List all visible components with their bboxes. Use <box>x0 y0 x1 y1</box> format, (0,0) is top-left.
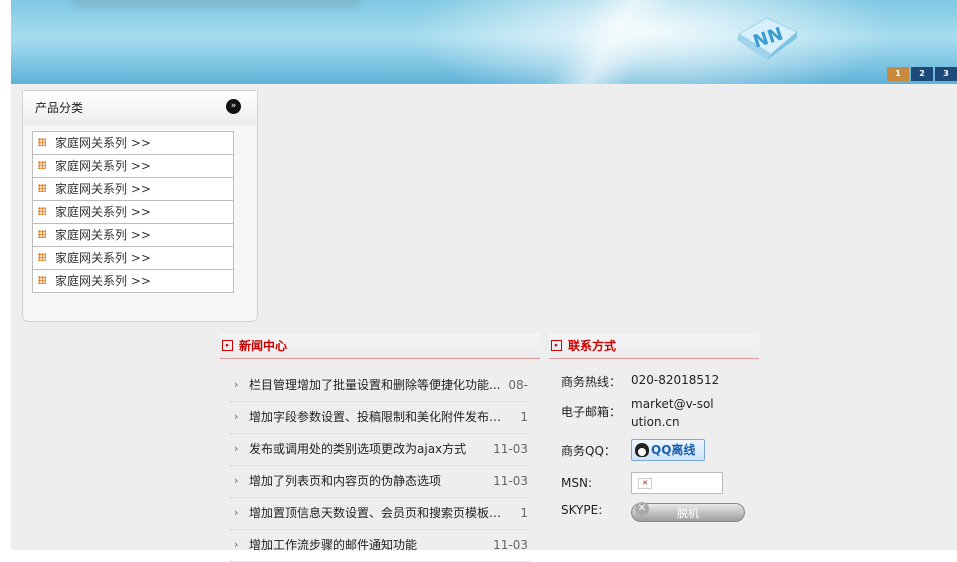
news-item[interactable]: › 增加置顶信息天数设置、会员页和搜索页模板自定 1 <box>230 498 530 530</box>
product-category-header: 产品分类 » <box>23 91 257 125</box>
banner-streak <box>531 0 691 84</box>
news-title[interactable]: 增加置顶信息天数设置、会员页和搜索页模板自定 <box>249 498 504 528</box>
category-item-label: 家庭网关系列 >> <box>55 228 151 242</box>
category-item[interactable]: 家庭网关系列 >> <box>33 131 233 154</box>
skype-status-button[interactable]: ✕ 脱机 <box>631 502 745 522</box>
chevron-right-icon: › <box>234 410 239 423</box>
chevron-right-icon: › <box>234 442 239 455</box>
news-title[interactable]: 增加工作流步骤的邮件通知功能 <box>249 530 504 560</box>
category-item-label: 家庭网关系列 >> <box>55 251 151 265</box>
news-date: 08- <box>508 378 528 392</box>
news-item[interactable]: › 栏目管理增加了批量设置和删除等便捷化功能... 08- <box>230 370 530 402</box>
news-title[interactable]: 发布或调用处的类别选项更改为ajax方式 <box>249 434 504 464</box>
category-item-label: 家庭网关系列 >> <box>55 182 151 196</box>
category-item[interactable]: 家庭网关系列 >> <box>33 200 233 223</box>
skype-button-label: 脱机 <box>677 507 699 520</box>
category-item-label: 家庭网关系列 >> <box>55 159 151 173</box>
bullet-icon <box>38 276 46 284</box>
product-category-list: 家庭网关系列 >> 家庭网关系列 >> 家庭网关系列 >> 家庭网关系列 >> … <box>32 131 234 293</box>
news-date: 1 <box>520 410 528 424</box>
bullet-icon <box>38 138 46 146</box>
news-item[interactable]: › 增加了列表页和内容页的伪静态选项 11-03 <box>230 466 530 498</box>
section-arrow-icon: ▸ <box>222 340 233 351</box>
category-item-label: 家庭网关系列 >> <box>55 274 151 288</box>
news-item[interactable]: › 发布或调用处的类别选项更改为ajax方式 11-03 <box>230 434 530 466</box>
bullet-icon <box>38 253 46 261</box>
top-banner: NN 1 2 3 <box>11 0 957 84</box>
news-item[interactable]: › 增加字段参数设置、投稿限制和美化附件发布界面 1 <box>230 402 530 434</box>
nn-logo-icon: NN <box>737 17 798 60</box>
news-date: 1 <box>520 506 528 520</box>
product-category-panel: 产品分类 » 家庭网关系列 >> 家庭网关系列 >> 家庭网关系列 >> 家庭网… <box>22 90 258 322</box>
more-arrow-icon[interactable]: » <box>226 99 241 114</box>
section-arrow-icon: ▸ <box>551 340 562 351</box>
category-item-label: 家庭网关系列 >> <box>55 136 151 150</box>
contact-title: 联系方式 <box>568 339 617 353</box>
qq-label: 商务QQ： <box>561 444 616 458</box>
hotline-value: 020-82018512 <box>631 373 720 387</box>
qq-offline-button[interactable]: QQ离线 <box>631 439 705 461</box>
banner-page-3-button[interactable]: 3 <box>935 67 957 81</box>
news-list: › 栏目管理增加了批量设置和删除等便捷化功能... 08- › 增加字段参数设置… <box>230 370 530 562</box>
news-date: 11-03 <box>493 442 528 456</box>
category-item[interactable]: 家庭网关系列 >> <box>33 177 233 200</box>
msn-status-image[interactable]: ✕ <box>631 472 723 494</box>
email-link[interactable]: market@v-solution.cn <box>631 395 721 431</box>
product-category-title: 产品分类 <box>35 101 84 115</box>
chevron-right-icon: › <box>234 538 239 551</box>
bullet-icon <box>38 184 46 192</box>
chevron-right-icon: › <box>234 474 239 487</box>
banner-pager: 1 2 3 <box>887 67 957 81</box>
bullet-icon <box>38 207 46 215</box>
bullet-icon <box>38 161 46 169</box>
hotline-label: 商务热线： <box>561 375 622 389</box>
category-item[interactable]: 家庭网关系列 >> <box>33 223 233 246</box>
qq-button-label: QQ离线 <box>651 443 696 457</box>
email-label: 电子邮箱： <box>561 405 622 419</box>
contact-header: ▸ 联系方式 <box>549 334 759 359</box>
news-title[interactable]: 增加字段参数设置、投稿限制和美化附件发布界面 <box>249 402 504 432</box>
category-item[interactable]: 家庭网关系列 >> <box>33 154 233 177</box>
news-date: 11-03 <box>493 538 528 552</box>
news-date: 11-03 <box>493 474 528 488</box>
broken-image-icon: ✕ <box>638 478 652 489</box>
category-item-label: 家庭网关系列 >> <box>55 205 151 219</box>
news-title[interactable]: 栏目管理增加了批量设置和删除等便捷化功能... <box>249 370 504 400</box>
news-center-title: 新闻中心 <box>239 339 288 353</box>
msn-label: MSN: <box>561 476 592 490</box>
banner-page-2-button[interactable]: 2 <box>911 67 933 81</box>
news-center-header: ▸ 新闻中心 <box>220 334 540 359</box>
news-title[interactable]: 增加了列表页和内容页的伪静态选项 <box>249 466 504 496</box>
skype-offline-icon: ✕ <box>635 502 649 516</box>
banner-page-1-button[interactable]: 1 <box>887 67 909 81</box>
bullet-icon <box>38 230 46 238</box>
skype-label: SKYPE: <box>561 503 603 517</box>
chevron-right-icon: › <box>234 378 239 391</box>
news-item[interactable]: › 增加工作流步骤的邮件通知功能 11-03 <box>230 530 530 562</box>
category-item[interactable]: 家庭网关系列 >> <box>33 246 233 269</box>
category-item[interactable]: 家庭网关系列 >> <box>33 269 233 292</box>
qq-penguin-icon <box>635 443 649 457</box>
banner-blurred-slogan <box>71 0 361 8</box>
chevron-right-icon: › <box>234 506 239 519</box>
